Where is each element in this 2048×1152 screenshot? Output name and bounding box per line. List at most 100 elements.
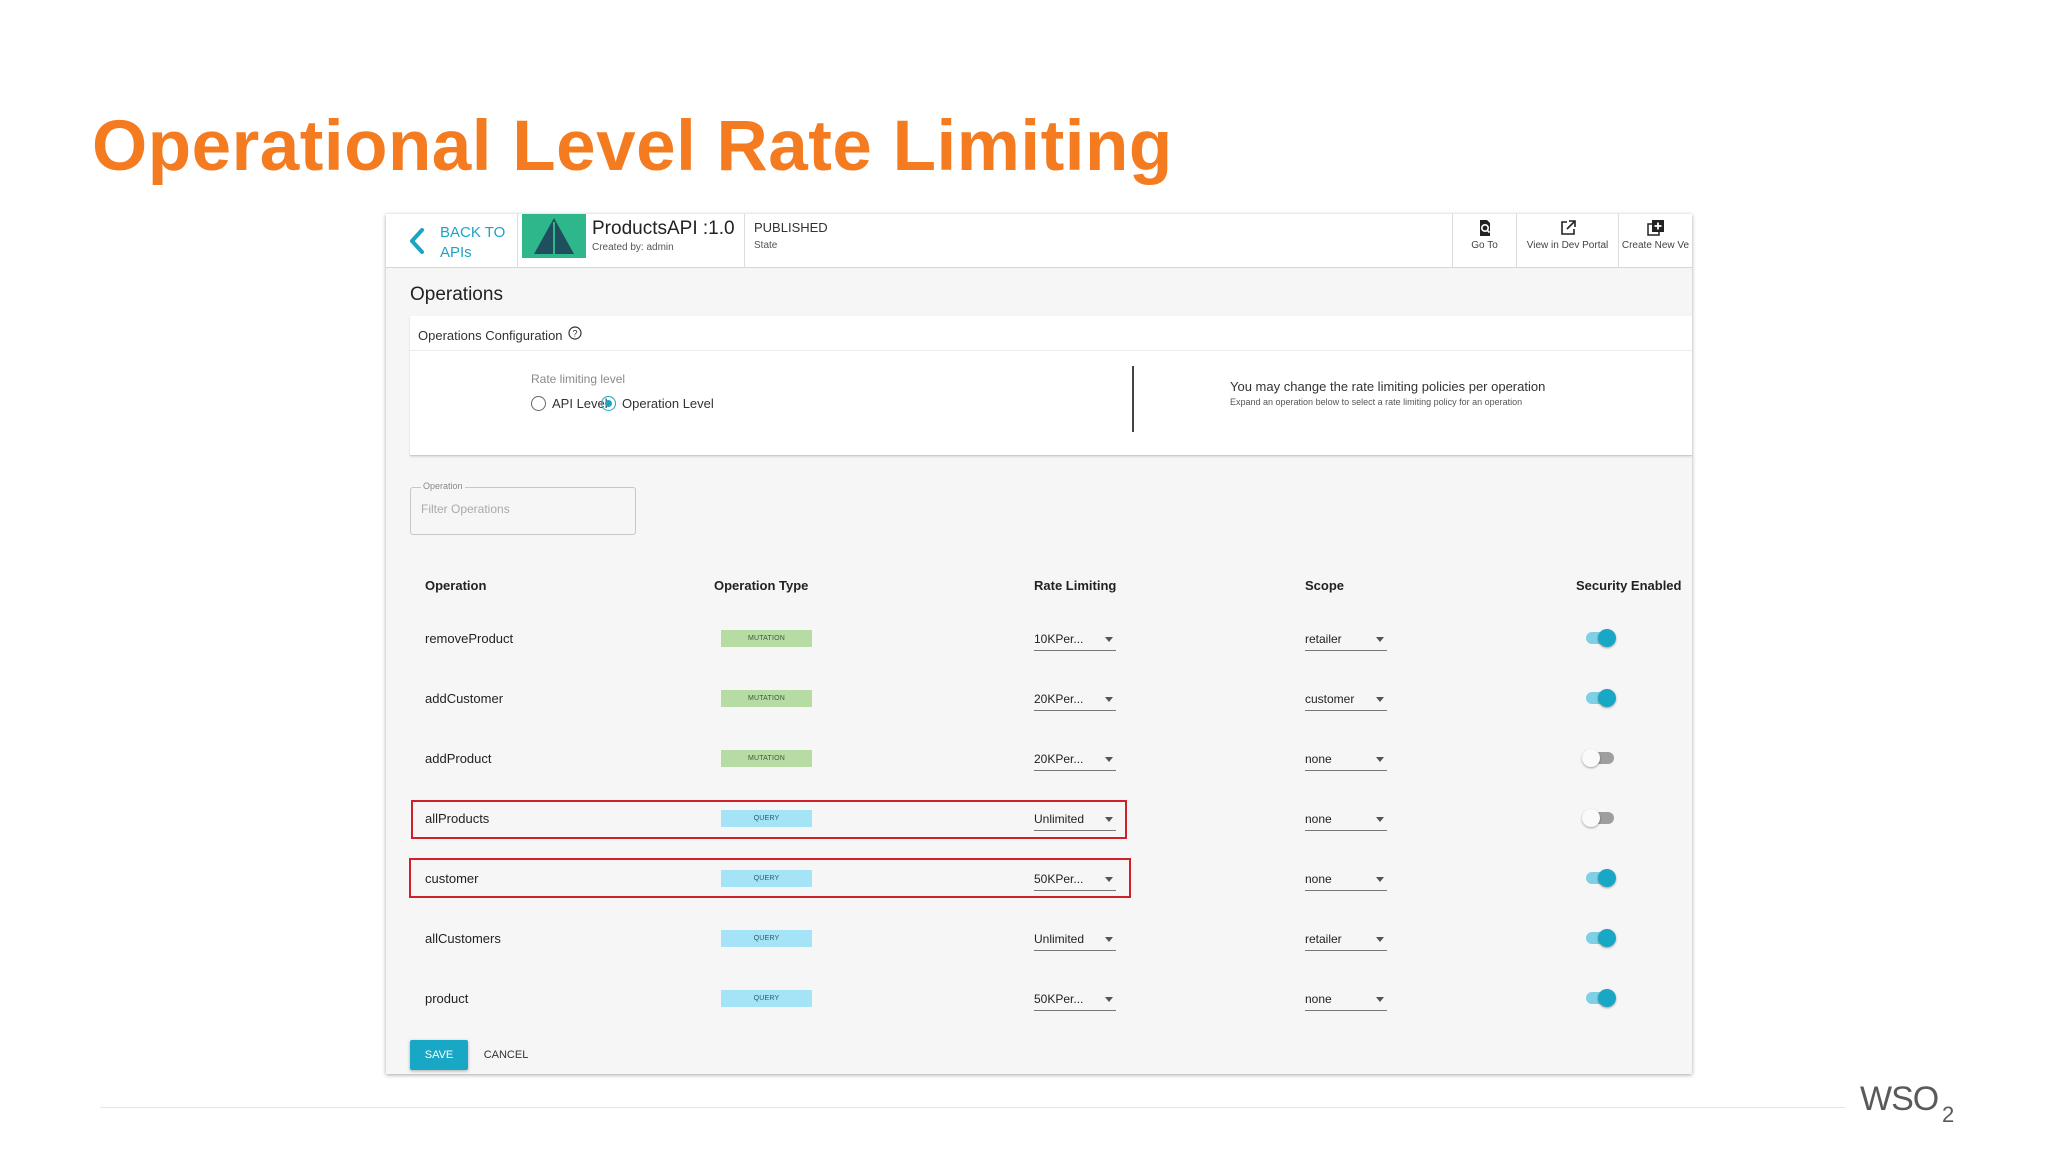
operation-type-badge: QUERY	[721, 990, 812, 1007]
dropdown-caret-icon	[1105, 937, 1113, 942]
column-header-operation: Operation	[425, 578, 487, 593]
scope-select[interactable]: none	[1305, 749, 1387, 771]
rate-limit-info-message: You may change the rate limiting policie…	[1230, 379, 1546, 394]
scope-value: none	[1305, 872, 1332, 886]
svg-text:?: ?	[572, 329, 577, 339]
column-header-scope: Scope	[1305, 578, 1345, 593]
dropdown-caret-icon	[1105, 637, 1113, 642]
rate-limiting-select[interactable]: 20KPer...	[1034, 749, 1116, 771]
rate-limit-info-submessage: Expand an operation below to select a ra…	[1230, 397, 1523, 407]
wso2-logo: WSO 2	[1860, 1080, 1954, 1127]
config-divider	[1132, 366, 1134, 432]
table-row: allCustomers QUERY Unlimited retailer	[386, 929, 1692, 989]
scope-select[interactable]: retailer	[1305, 629, 1387, 651]
security-toggle[interactable]	[1586, 689, 1616, 707]
save-button[interactable]: SAVE	[410, 1040, 468, 1070]
help-icon[interactable]: ?	[568, 326, 582, 340]
rate-limiting-value: 10KPer...	[1034, 632, 1084, 646]
api-level-radio[interactable]	[531, 396, 546, 411]
scope-value: customer	[1305, 692, 1355, 706]
scope-select[interactable]: retailer	[1305, 929, 1387, 951]
operation-type-badge: QUERY	[721, 930, 812, 947]
rate-limiting-select[interactable]: 20KPer...	[1034, 689, 1116, 711]
dropdown-caret-icon	[1105, 697, 1113, 702]
operation-name: addCustomer	[425, 691, 504, 706]
operation-level-label: Operation Level	[622, 396, 714, 411]
toggle-knob	[1598, 869, 1616, 887]
scope-value: retailer	[1305, 632, 1342, 646]
operation-type-badge: MUTATION	[721, 750, 812, 767]
toggle-knob	[1598, 929, 1616, 947]
rate-limiting-value: 20KPer...	[1034, 692, 1084, 706]
toggle-knob	[1598, 629, 1616, 647]
dropdown-caret-icon	[1105, 997, 1113, 1002]
toggle-knob	[1598, 989, 1616, 1007]
dropdown-caret-icon	[1376, 937, 1384, 942]
operation-name: product	[425, 991, 469, 1006]
column-header-security-enabled: Security Enabled	[1576, 578, 1682, 593]
scope-select[interactable]: none	[1305, 869, 1387, 891]
chevron-left-icon	[410, 228, 424, 254]
dropdown-caret-icon	[1376, 637, 1384, 642]
rate-limiting-select[interactable]: 50KPer...	[1034, 989, 1116, 1011]
security-toggle[interactable]	[1586, 629, 1616, 647]
scope-value: none	[1305, 992, 1332, 1006]
table-row: addCustomer MUTATION 20KPer... customer	[386, 689, 1692, 749]
scope-select[interactable]: none	[1305, 809, 1387, 831]
rate-limiting-value: Unlimited	[1034, 932, 1085, 946]
publisher-screenshot: BACK TO APIs ProductsAPI :1.0 Created by…	[386, 214, 1692, 1074]
go-to-button[interactable]: Go To	[1452, 214, 1516, 268]
security-toggle[interactable]	[1586, 929, 1616, 947]
dropdown-caret-icon	[1105, 757, 1113, 762]
operations-configuration-card: Operations Configuration ? Rate limiting…	[410, 316, 1692, 456]
filter-operations-input[interactable]	[421, 502, 621, 516]
rate-limiting-value: 50KPer...	[1034, 992, 1084, 1006]
operation-level-radio[interactable]	[601, 396, 616, 411]
scope-select[interactable]: none	[1305, 989, 1387, 1011]
operation-name: allCustomers	[425, 931, 501, 946]
external-link-icon	[1560, 220, 1576, 235]
card-divider	[410, 350, 1692, 351]
security-toggle[interactable]	[1586, 989, 1616, 1007]
api-state-value: PUBLISHED	[754, 220, 828, 235]
operation-name: addProduct	[425, 751, 492, 766]
header-divider	[744, 214, 745, 268]
slide-title: Operational Level Rate Limiting	[92, 107, 1173, 186]
scope-select[interactable]: customer	[1305, 689, 1387, 711]
toggle-knob	[1598, 689, 1616, 707]
back-to-apis-button[interactable]: BACK TO APIs	[386, 214, 518, 268]
api-name: ProductsAPI :1.0	[592, 218, 735, 239]
create-new-version-button[interactable]: Create New Ve	[1618, 214, 1692, 268]
view-in-dev-portal-button[interactable]: View in Dev Portal	[1516, 214, 1618, 268]
security-toggle[interactable]	[1586, 869, 1616, 887]
rate-limiting-level-label: Rate limiting level	[531, 372, 626, 386]
highlight-box-allproducts	[411, 800, 1127, 839]
operations-section-title: Operations	[410, 284, 503, 305]
highlight-box-customer	[409, 858, 1131, 898]
dropdown-caret-icon	[1376, 757, 1384, 762]
security-toggle[interactable]	[1582, 809, 1614, 827]
column-header-rate-limiting: Rate Limiting	[1034, 578, 1117, 593]
dropdown-caret-icon	[1376, 817, 1384, 822]
operation-name: removeProduct	[425, 631, 514, 646]
column-header-operation-type: Operation Type	[714, 578, 809, 593]
add-box-icon	[1646, 220, 1664, 236]
operation-type-badge: MUTATION	[721, 630, 812, 647]
table-row: product QUERY 50KPer... none	[386, 989, 1692, 1049]
api-level-label: API Level	[552, 396, 608, 411]
operation-type-badge: MUTATION	[721, 690, 812, 707]
filter-operations-field[interactable]: Operation	[410, 481, 636, 535]
scope-value: none	[1305, 812, 1332, 826]
cancel-button[interactable]: CANCEL	[476, 1040, 536, 1070]
svg-text:2: 2	[1942, 1102, 1954, 1127]
scope-value: retailer	[1305, 932, 1342, 946]
rate-limiting-select[interactable]: Unlimited	[1034, 929, 1116, 951]
rate-limiting-select[interactable]: 10KPer...	[1034, 629, 1116, 651]
go-to-label: Go To	[1471, 240, 1498, 251]
security-toggle[interactable]	[1582, 749, 1614, 767]
dropdown-caret-icon	[1376, 877, 1384, 882]
api-header: BACK TO APIs ProductsAPI :1.0 Created by…	[386, 214, 1692, 268]
toggle-knob	[1582, 809, 1600, 827]
scope-value: none	[1305, 752, 1332, 766]
create-new-version-label: Create New Ve	[1621, 240, 1690, 251]
